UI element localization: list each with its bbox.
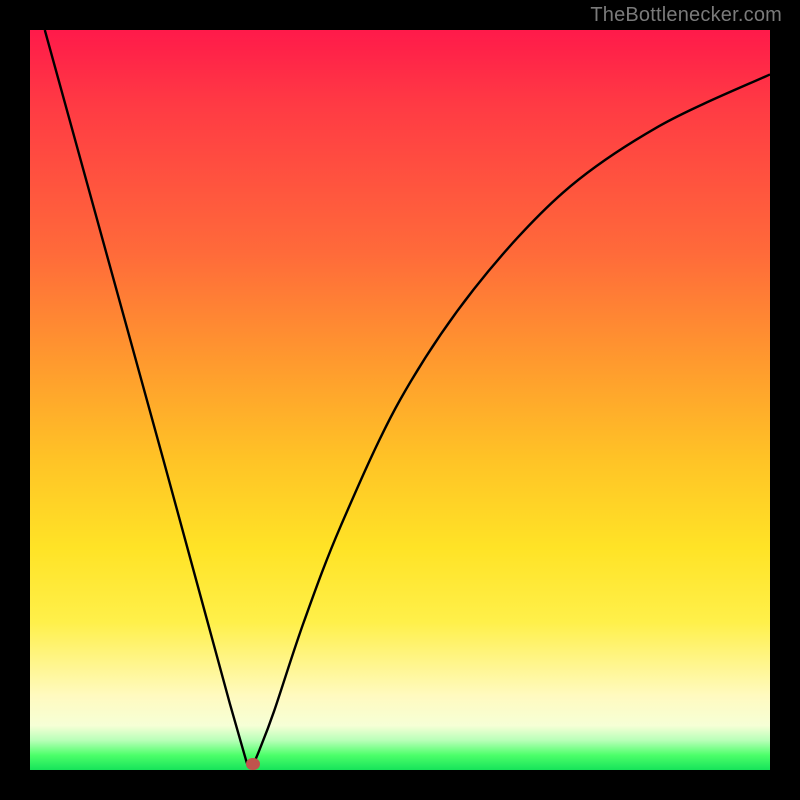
curve-svg (30, 30, 770, 770)
optimum-marker (246, 758, 260, 770)
bottleneck-curve-path (45, 30, 770, 768)
chart-frame: TheBottlenecker.com (0, 0, 800, 800)
attribution-text: TheBottlenecker.com (590, 4, 782, 27)
plot-area (30, 30, 770, 770)
